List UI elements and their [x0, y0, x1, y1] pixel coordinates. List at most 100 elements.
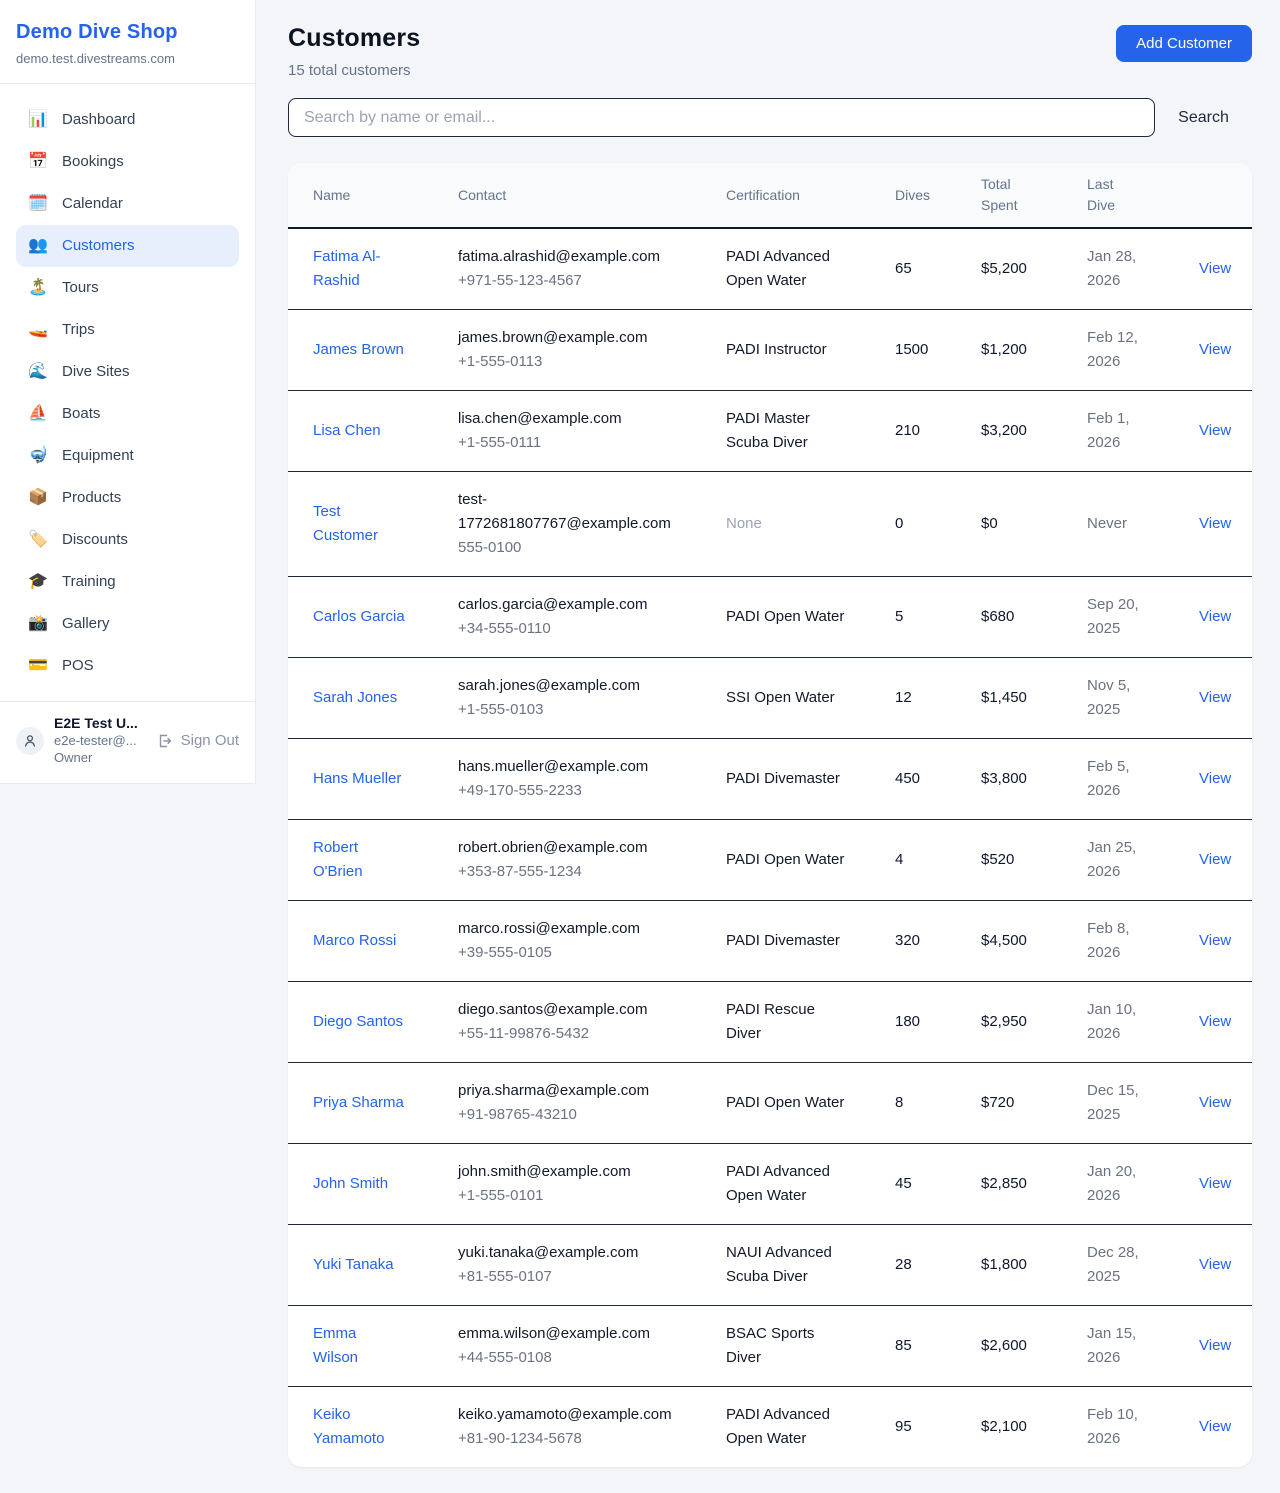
- add-customer-button[interactable]: Add Customer: [1116, 25, 1252, 62]
- view-customer-link[interactable]: View: [1199, 260, 1231, 277]
- customer-name-cell: Marco Rossi: [288, 901, 433, 982]
- customer-email: keiko.yamamoto@example.com: [458, 1403, 691, 1427]
- customer-name-link[interactable]: Priya Sharma: [313, 1091, 404, 1115]
- customer-phone: +55-11-99876-5432: [458, 1022, 691, 1046]
- sidebar-item-label: Dive Sites: [62, 361, 130, 383]
- view-customer-link[interactable]: View: [1199, 1337, 1231, 1354]
- customer-email: emma.wilson@example.com: [458, 1322, 691, 1346]
- customer-phone: +353-87-555-1234: [458, 860, 691, 884]
- customer-name-link[interactable]: Emma Wilson: [313, 1322, 405, 1370]
- customer-name-link[interactable]: Sarah Jones: [313, 686, 397, 710]
- table-row: James Brownjames.brown@example.com+1-555…: [288, 310, 1252, 391]
- page-subtitle: 15 total customers: [288, 62, 420, 79]
- customer-name-link[interactable]: James Brown: [313, 338, 404, 362]
- customer-total-spent-cell: $2,100: [956, 1387, 1062, 1468]
- customer-dives-cell: 1500: [870, 310, 956, 391]
- table-row: John Smithjohn.smith@example.com+1-555-0…: [288, 1144, 1252, 1225]
- view-customer-link[interactable]: View: [1199, 341, 1231, 358]
- customer-name-link[interactable]: Test Customer: [313, 500, 405, 548]
- customer-view-cell: View: [1174, 228, 1252, 310]
- customer-dives-cell: 4: [870, 820, 956, 901]
- sidebar-item-tours[interactable]: 🏝️Tours: [16, 267, 239, 309]
- customer-dives-cell: 28: [870, 1225, 956, 1306]
- view-customer-link[interactable]: View: [1199, 608, 1231, 625]
- table-row: Test Customertest-1772681807767@example.…: [288, 472, 1252, 577]
- sidebar-item-customers[interactable]: 👥Customers: [16, 225, 239, 267]
- sidebar-item-training[interactable]: 🎓Training: [16, 561, 239, 603]
- view-customer-link[interactable]: View: [1199, 689, 1231, 706]
- view-customer-link[interactable]: View: [1199, 1256, 1231, 1273]
- view-customer-link[interactable]: View: [1199, 515, 1231, 532]
- customer-total-spent-cell: $5,200: [956, 228, 1062, 310]
- sidebar-item-trips[interactable]: 🚤Trips: [16, 309, 239, 351]
- sidebar-item-label: Tours: [62, 277, 99, 299]
- package-icon: 📦: [28, 488, 48, 508]
- shop-name: Demo Dive Shop: [16, 21, 239, 44]
- customer-name-link[interactable]: Diego Santos: [313, 1010, 403, 1034]
- customer-phone: +1-555-0113: [458, 350, 691, 374]
- customer-dives-cell: 0: [870, 472, 956, 577]
- customer-name-cell: John Smith: [288, 1144, 433, 1225]
- sidebar-item-equipment[interactable]: 🤿Equipment: [16, 435, 239, 477]
- view-customer-link[interactable]: View: [1199, 1175, 1231, 1192]
- customer-name-cell: Sarah Jones: [288, 658, 433, 739]
- sidebar-item-dashboard[interactable]: 📊Dashboard: [16, 99, 239, 141]
- view-customer-link[interactable]: View: [1199, 932, 1231, 949]
- customer-name-link[interactable]: Hans Mueller: [313, 767, 401, 791]
- customer-name-link[interactable]: John Smith: [313, 1172, 388, 1196]
- customer-phone: +49-170-555-2233: [458, 779, 691, 803]
- customer-certification-cell: PADI Rescue Diver: [701, 982, 870, 1063]
- customer-certification: PADI Master Scuba Diver: [726, 410, 810, 451]
- search-row: Search: [288, 98, 1252, 137]
- view-customer-link[interactable]: View: [1199, 422, 1231, 439]
- sidebar-item-label: POS: [62, 655, 94, 677]
- customer-total-spent-cell: $0: [956, 472, 1062, 577]
- sidebar-item-calendar[interactable]: 🗓️Calendar: [16, 183, 239, 225]
- search-input[interactable]: [288, 98, 1155, 137]
- customer-email: carlos.garcia@example.com: [458, 593, 691, 617]
- table-row: Priya Sharmapriya.sharma@example.com+91-…: [288, 1063, 1252, 1144]
- customer-total-spent-cell: $3,800: [956, 739, 1062, 820]
- customer-total-spent-cell: $720: [956, 1063, 1062, 1144]
- sidebar-item-gallery[interactable]: 📸Gallery: [16, 603, 239, 645]
- view-customer-link[interactable]: View: [1199, 1418, 1231, 1435]
- customer-certification-cell: PADI Advanced Open Water: [701, 1387, 870, 1468]
- sidebar-item-bookings[interactable]: 📅Bookings: [16, 141, 239, 183]
- customer-name-link[interactable]: Robert O'Brien: [313, 836, 405, 884]
- customer-certification-cell: BSAC Sports Diver: [701, 1306, 870, 1387]
- customer-name-link[interactable]: Carlos Garcia: [313, 605, 405, 629]
- customer-name-link[interactable]: Keiko Yamamoto: [313, 1403, 405, 1451]
- search-button[interactable]: Search: [1155, 109, 1252, 127]
- customer-name-link[interactable]: Lisa Chen: [313, 419, 381, 443]
- customer-email: marco.rossi@example.com: [458, 917, 691, 941]
- customer-phone: +1-555-0101: [458, 1184, 691, 1208]
- customer-name-link[interactable]: Yuki Tanaka: [313, 1253, 394, 1277]
- customer-last-dive-cell: Dec 28, 2025: [1062, 1225, 1174, 1306]
- sidebar-item-dive-sites[interactable]: 🌊 Dive Sites: [16, 351, 239, 393]
- customer-email: yuki.tanaka@example.com: [458, 1241, 691, 1265]
- customer-name-cell: Priya Sharma: [288, 1063, 433, 1144]
- sidebar-item-boats[interactable]: ⛵Boats: [16, 393, 239, 435]
- view-customer-link[interactable]: View: [1199, 1094, 1231, 1111]
- sidebar-item-pos[interactable]: 💳POS: [16, 645, 239, 687]
- sign-out-button[interactable]: Sign Out: [157, 732, 239, 749]
- customer-certification-cell: PADI Open Water: [701, 1063, 870, 1144]
- view-customer-link[interactable]: View: [1199, 770, 1231, 787]
- customer-dives-cell: 8: [870, 1063, 956, 1144]
- column-header-certification: Certification: [701, 163, 870, 228]
- view-customer-link[interactable]: View: [1199, 1013, 1231, 1030]
- customer-name-link[interactable]: Marco Rossi: [313, 929, 396, 953]
- customer-name-link[interactable]: Fatima Al-Rashid: [313, 245, 405, 293]
- sidebar-item-discounts[interactable]: 🏷️Discounts: [16, 519, 239, 561]
- customer-certification-cell: PADI Master Scuba Diver: [701, 391, 870, 472]
- page-title: Customers: [288, 24, 420, 53]
- customer-phone: +1-555-0111: [458, 431, 691, 455]
- sidebar-item-products[interactable]: 📦Products: [16, 477, 239, 519]
- customer-certification-cell: PADI Instructor: [701, 310, 870, 391]
- customer-last-dive-cell: Sep 20, 2025: [1062, 577, 1174, 658]
- customer-dives-cell: 5: [870, 577, 956, 658]
- table-row: Fatima Al-Rashidfatima.alrashid@example.…: [288, 228, 1252, 310]
- column-header-dives: Dives: [870, 163, 956, 228]
- view-customer-link[interactable]: View: [1199, 851, 1231, 868]
- wave-icon: 🌊: [28, 362, 48, 382]
